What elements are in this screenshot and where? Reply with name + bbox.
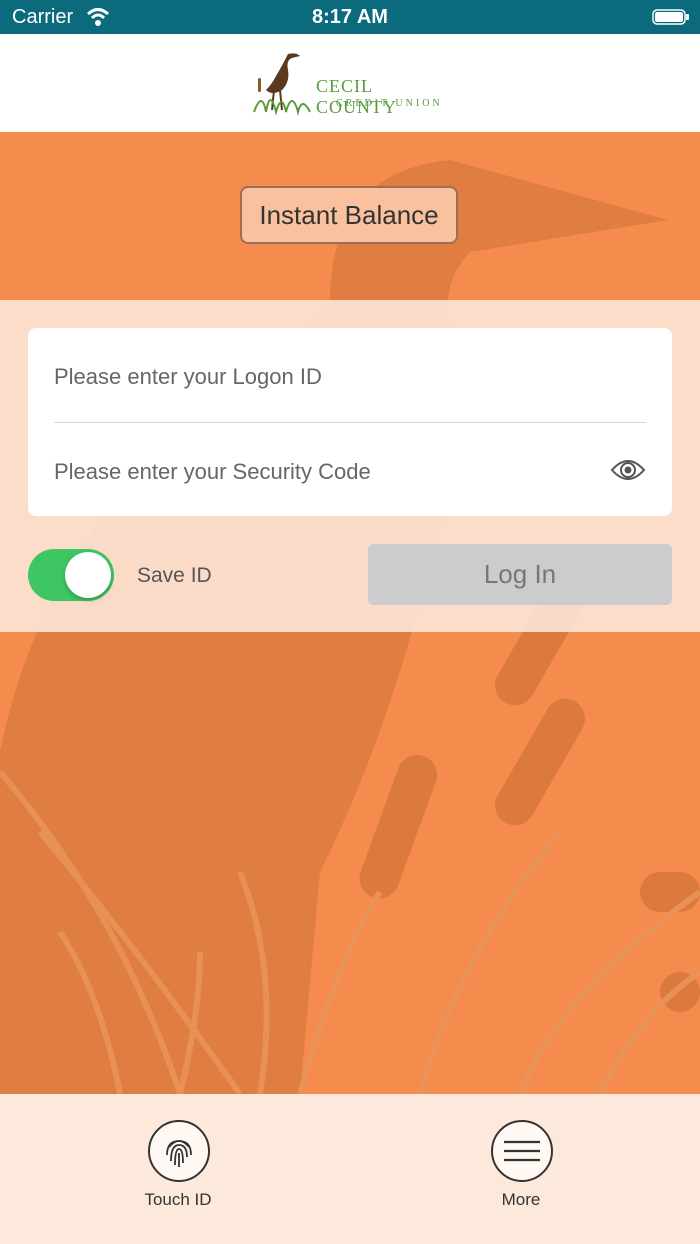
- logon-id-input[interactable]: Please enter your Logon ID: [54, 364, 322, 390]
- clock: 8:17 AM: [312, 6, 388, 28]
- touch-id-button[interactable]: [148, 1120, 210, 1182]
- touch-id-label[interactable]: Touch ID: [118, 1190, 238, 1210]
- eye-icon[interactable]: [610, 456, 646, 484]
- login-button[interactable]: Log In: [368, 544, 672, 605]
- field-divider: [54, 422, 646, 423]
- security-code-input[interactable]: Please enter your Security Code: [54, 459, 371, 485]
- more-label[interactable]: More: [461, 1190, 581, 1210]
- toggle-knob: [65, 552, 111, 598]
- menu-icon: [504, 1140, 540, 1162]
- bottom-nav: [0, 1094, 700, 1244]
- status-bar: Carrier 8:17 AM: [0, 0, 700, 34]
- logo-line-1: CECIL COUNTY: [316, 76, 397, 117]
- battery-icon: [652, 9, 689, 25]
- save-id-label: Save ID: [137, 564, 212, 587]
- heron-logo-icon: [253, 53, 311, 116]
- instant-balance-button[interactable]: Instant Balance: [240, 186, 458, 244]
- credit-union-logo: CECIL COUNTY CREDIT UNION: [252, 50, 452, 117]
- fingerprint-icon: [166, 1140, 192, 1167]
- save-id-toggle[interactable]: [28, 549, 114, 601]
- more-button[interactable]: [491, 1120, 553, 1182]
- logo-line-2: CREDIT UNION: [336, 98, 443, 109]
